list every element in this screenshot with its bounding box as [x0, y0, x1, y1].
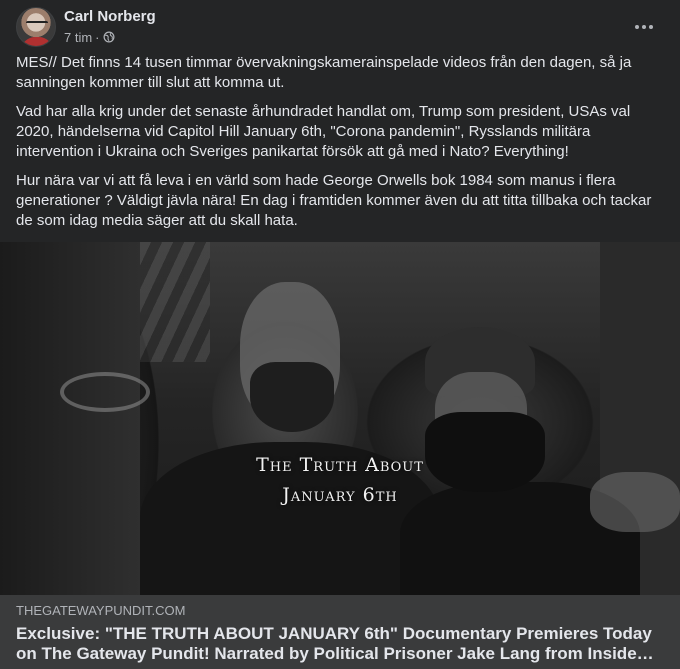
- globe-icon[interactable]: [103, 31, 115, 43]
- post-meta: 7 tim ·: [64, 29, 115, 45]
- photo-left-figure: [0, 242, 140, 595]
- avatar-glasses: [26, 21, 48, 27]
- image-title-line-2: January 6th: [282, 484, 398, 506]
- post-card: Carl Norberg 7 tim · MES// Det finns 14 …: [0, 0, 680, 669]
- avatar-shirt: [21, 37, 53, 46]
- author-name[interactable]: Carl Norberg: [64, 8, 156, 25]
- post-body: MES// Det finns 14 tusen timmar övervakn…: [16, 53, 666, 240]
- link-headline[interactable]: Exclusive: "THE TRUTH ABOUT JANUARY 6th"…: [16, 624, 664, 664]
- image-title-line-1: The Truth About: [256, 454, 424, 476]
- more-dot: [649, 25, 653, 29]
- photo-flag: [140, 242, 210, 362]
- post-paragraph-1: MES// Det finns 14 tusen timmar övervakn…: [16, 54, 632, 91]
- author-avatar[interactable]: [16, 7, 56, 47]
- post-paragraph-2: Vad har alla krig under det senaste århu…: [16, 103, 631, 160]
- photo-jacket-logo: [60, 372, 150, 412]
- photo-man-beard: [250, 362, 334, 432]
- more-options-icon[interactable]: [630, 13, 658, 41]
- link-preview-image[interactable]: The Truth About January 6th: [0, 242, 680, 595]
- post-time[interactable]: 7 tim: [64, 30, 92, 45]
- more-dot: [642, 25, 646, 29]
- image-overlay-title: The Truth About January 6th: [0, 450, 680, 510]
- link-domain: THEGATEWAYPUNDIT.COM: [16, 603, 186, 618]
- post-header: Carl Norberg 7 tim ·: [16, 7, 664, 47]
- more-dot: [635, 25, 639, 29]
- link-preview-footer[interactable]: THEGATEWAYPUNDIT.COM Exclusive: "THE TRU…: [0, 595, 680, 669]
- meta-separator: ·: [95, 29, 100, 45]
- post-paragraph-3: Hur nära var vi att få leva i en värld s…: [16, 172, 652, 229]
